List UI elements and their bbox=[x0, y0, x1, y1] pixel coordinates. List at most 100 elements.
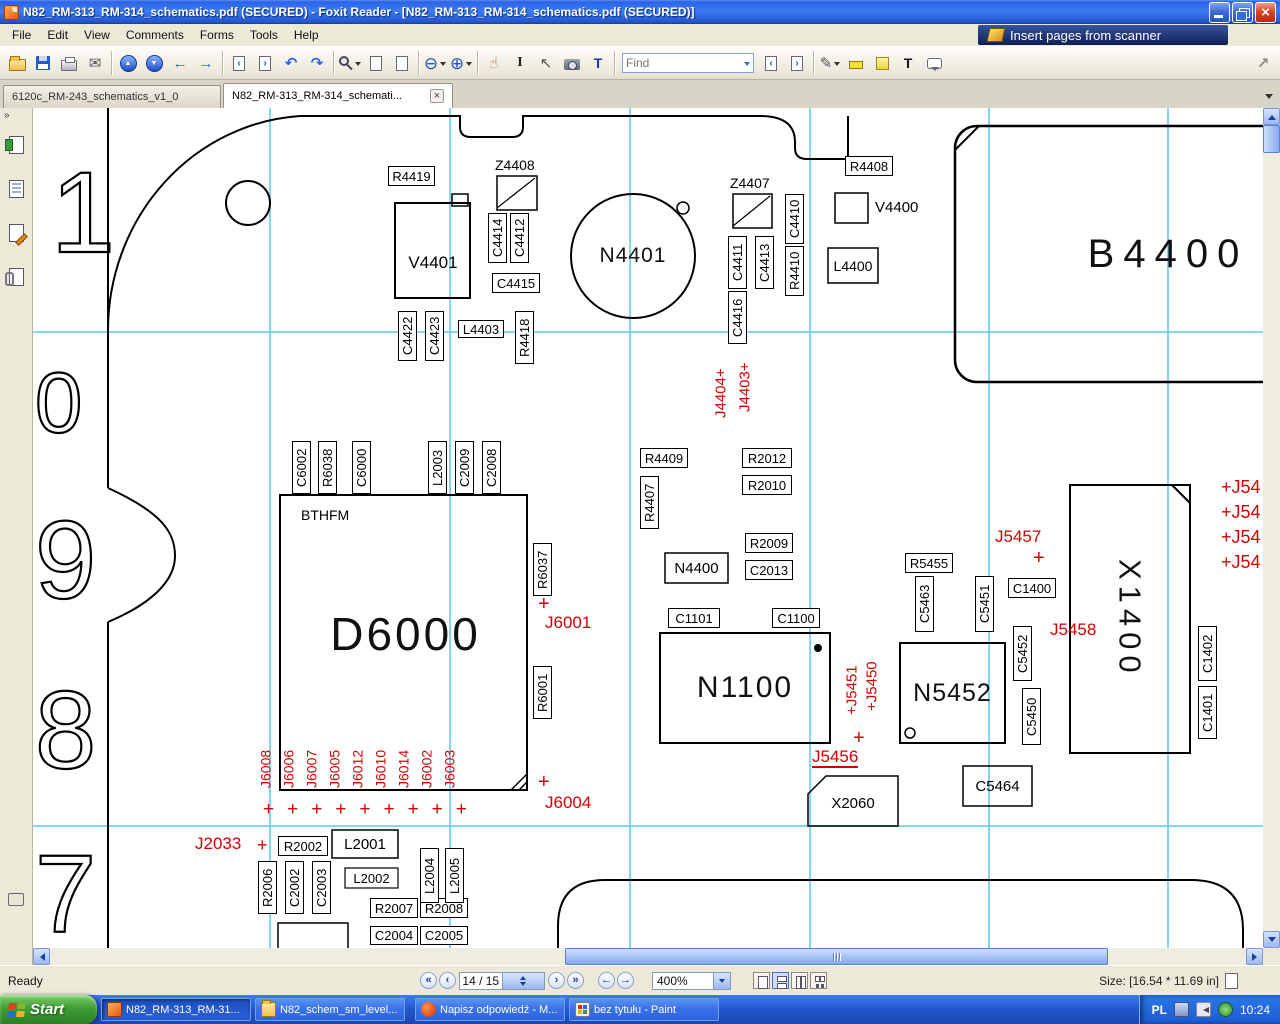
menu-edit[interactable]: Edit bbox=[39, 25, 76, 45]
taskbar-item-explorer[interactable]: N82_schem_sm_level... bbox=[255, 998, 405, 1021]
minimize-button[interactable] bbox=[1209, 1, 1230, 23]
menu-help[interactable]: Help bbox=[286, 25, 327, 45]
callout-tool-button[interactable] bbox=[921, 50, 947, 76]
tab-close-icon[interactable] bbox=[430, 89, 444, 103]
menu-file[interactable]: File bbox=[4, 25, 39, 45]
single-page-layout-button[interactable] bbox=[753, 972, 770, 989]
zoom-level-field[interactable]: 400% bbox=[652, 971, 714, 990]
back-button[interactable]: ← bbox=[167, 50, 193, 76]
component-label-: + bbox=[538, 593, 550, 615]
signature-panel-button[interactable] bbox=[0, 218, 32, 248]
vertical-scrollbar[interactable] bbox=[1263, 108, 1280, 948]
start-button[interactable]: Start bbox=[0, 995, 97, 1024]
prev-page-button[interactable]: ‹ bbox=[439, 972, 456, 989]
email-button[interactable]: ✉ bbox=[82, 50, 108, 76]
zoom-tool-dropdown-icon[interactable] bbox=[355, 61, 361, 69]
share-button[interactable]: ↗ bbox=[1250, 50, 1276, 76]
last-page-button[interactable]: » bbox=[567, 972, 584, 989]
find-previous-button[interactable]: ‹ bbox=[758, 50, 784, 76]
menu-comments[interactable]: Comments bbox=[118, 25, 192, 45]
zoom-in-button[interactable]: ⊕ bbox=[448, 50, 474, 76]
attachments-panel-button[interactable] bbox=[0, 262, 32, 292]
tab-6120c-schematics[interactable]: 6120c_RM-243_schematics_v1_0 bbox=[3, 85, 221, 108]
select-text-button[interactable]: I bbox=[507, 50, 533, 76]
vertical-scroll-thumb[interactable] bbox=[1263, 125, 1280, 153]
volume-tray-icon[interactable] bbox=[1195, 1002, 1211, 1017]
scanner-promo-banner[interactable]: Insert pages from scanner bbox=[978, 25, 1228, 45]
page-number-field[interactable]: 14 / 15 bbox=[459, 971, 545, 990]
next-view-button[interactable]: › bbox=[252, 50, 278, 76]
hand-tool-button[interactable]: ☝ bbox=[481, 50, 507, 76]
tab-n82-schematics[interactable]: N82_RM-313_RM-314_schemati... bbox=[223, 83, 453, 108]
menu-tools[interactable]: Tools bbox=[242, 25, 286, 45]
component-label-L2003: L2003 bbox=[428, 441, 447, 494]
component-label-C2008: C2008 bbox=[482, 441, 501, 494]
tab-list-dropdown[interactable] bbox=[1262, 89, 1276, 103]
document-canvas[interactable]: 10987 R4419 R4408 C4415 L4403 R4409 R2012 R201… bbox=[33, 108, 1263, 948]
scroll-down-button[interactable] bbox=[1263, 931, 1280, 948]
menu-view[interactable]: View bbox=[76, 25, 118, 45]
redo-button[interactable]: ↷ bbox=[304, 50, 330, 76]
scroll-up-button[interactable] bbox=[1263, 108, 1280, 125]
zoom-tool-icon bbox=[339, 56, 349, 66]
previous-view-button[interactable]: ← bbox=[598, 972, 615, 989]
zoom-out-button[interactable]: ⊖ bbox=[422, 50, 448, 76]
find-next-button[interactable]: › bbox=[784, 50, 810, 76]
component-label-C2009: C2009 bbox=[455, 441, 474, 494]
typewriter-tool-button[interactable]: T bbox=[895, 50, 921, 76]
forward-button[interactable]: → bbox=[193, 50, 219, 76]
bookmarks-panel-button[interactable] bbox=[0, 130, 32, 160]
note-tool-button[interactable] bbox=[869, 50, 895, 76]
taskbar-item-mail[interactable]: Napisz odpowiedź - M... bbox=[415, 998, 565, 1021]
first-page-button[interactable]: « bbox=[420, 972, 437, 989]
scroll-left-button[interactable] bbox=[33, 948, 50, 965]
restore-button[interactable] bbox=[1232, 1, 1253, 23]
save-button[interactable] bbox=[30, 50, 56, 76]
zoom-out-dropdown-icon[interactable] bbox=[440, 61, 447, 69]
continuous-facing-layout-button[interactable] bbox=[810, 972, 827, 989]
taskbar-item-paint[interactable]: bez tytułu - Paint bbox=[569, 998, 719, 1021]
pages-icon bbox=[8, 180, 24, 198]
select-annotation-button[interactable]: ↖ bbox=[533, 50, 559, 76]
previous-page-button[interactable]: ▲ bbox=[115, 50, 141, 76]
find-box[interactable] bbox=[622, 53, 754, 73]
next-view-button[interactable]: → bbox=[617, 972, 634, 989]
title-bar[interactable]: N82_RM-313_RM-314_schematics.pdf (SECURE… bbox=[0, 0, 1280, 24]
pages-panel-button[interactable] bbox=[0, 174, 32, 204]
zoom-in-dropdown-icon[interactable] bbox=[466, 61, 473, 69]
next-page-button[interactable]: ▼ bbox=[141, 50, 167, 76]
language-indicator[interactable]: PL bbox=[1152, 1003, 1167, 1017]
open-button[interactable] bbox=[4, 50, 30, 76]
menu-forms[interactable]: Forms bbox=[192, 25, 242, 45]
page-spinner[interactable] bbox=[501, 972, 544, 989]
next-page-button[interactable]: › bbox=[548, 972, 565, 989]
fit-page-button[interactable] bbox=[389, 50, 415, 76]
zoom-in-icon: ⊕ bbox=[449, 53, 465, 73]
comments-panel-button[interactable] bbox=[0, 884, 32, 914]
actual-size-button[interactable] bbox=[363, 50, 389, 76]
scroll-right-button[interactable] bbox=[1246, 948, 1263, 965]
vertical-scroll-track[interactable] bbox=[1263, 125, 1280, 931]
horizontal-scroll-thumb[interactable] bbox=[565, 948, 1108, 965]
horizontal-scroll-track[interactable] bbox=[50, 948, 1246, 965]
display-tray-icon[interactable] bbox=[1173, 1002, 1189, 1017]
zoom-dropdown-button[interactable] bbox=[714, 971, 731, 990]
continuous-layout-button[interactable] bbox=[772, 972, 789, 989]
highlight-tool-button[interactable] bbox=[843, 50, 869, 76]
previous-view-button[interactable]: ‹ bbox=[226, 50, 252, 76]
pencil-tool-dropdown-icon[interactable] bbox=[834, 61, 841, 69]
zoom-tool-button[interactable] bbox=[337, 50, 363, 76]
pencil-tool-button[interactable]: ✎ bbox=[817, 50, 843, 76]
find-input[interactable] bbox=[626, 56, 744, 70]
text-viewer-button[interactable]: T bbox=[585, 50, 611, 76]
taskbar-item-foxit[interactable]: N82_RM-313_RM-31... bbox=[101, 998, 251, 1021]
undo-button[interactable]: ↶ bbox=[278, 50, 304, 76]
find-dropdown-icon[interactable] bbox=[744, 61, 750, 69]
panel-expand-chevron[interactable] bbox=[4, 110, 10, 121]
close-button[interactable] bbox=[1255, 1, 1276, 23]
snapshot-button[interactable] bbox=[559, 50, 585, 76]
print-button[interactable] bbox=[56, 50, 82, 76]
facing-layout-button[interactable] bbox=[791, 972, 808, 989]
antivirus-tray-icon[interactable] bbox=[1217, 1002, 1233, 1017]
fit-page-icon bbox=[396, 55, 408, 71]
